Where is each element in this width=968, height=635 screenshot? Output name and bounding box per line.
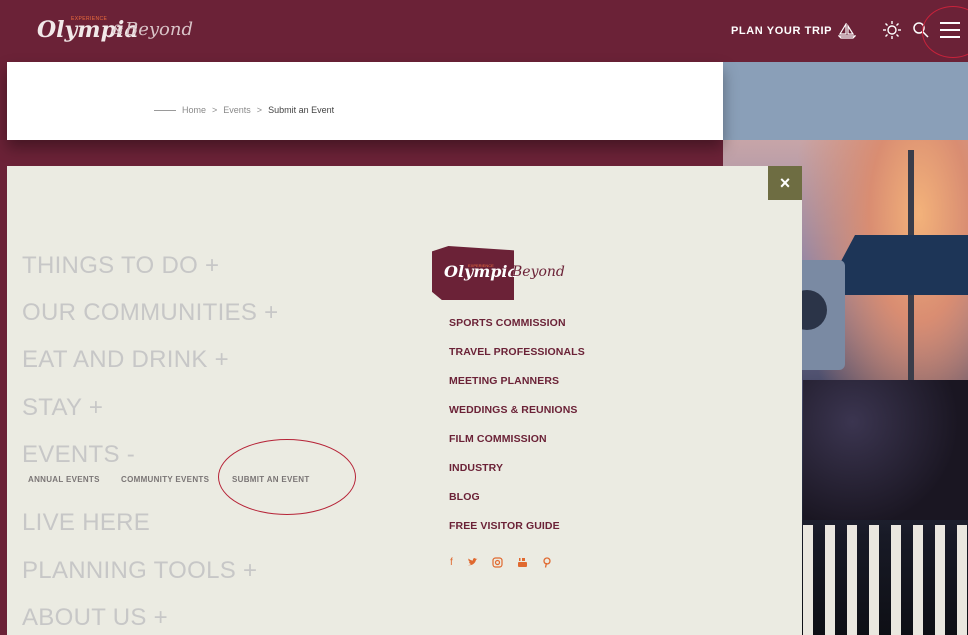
breadcrumb-events[interactable]: Events (223, 105, 251, 115)
link-sports-commission[interactable]: SPORTS COMMISSION (449, 317, 566, 329)
hero-photo-sky (723, 62, 968, 140)
breadcrumb-separator: > (212, 105, 218, 115)
plan-your-trip-link[interactable]: PLAN YOUR TRIP (731, 23, 857, 39)
logo-beyond-text: Beyond (125, 19, 194, 40)
menu-logo-beyond: Beyond (512, 264, 565, 280)
breadcrumb-home[interactable]: Home (182, 105, 206, 115)
nav-our-communities[interactable]: OUR COMMUNITIES + (22, 299, 278, 327)
link-industry[interactable]: INDUSTRY (449, 462, 503, 474)
submit-event-highlight-circle (218, 439, 356, 515)
nav-live-here[interactable]: LIVE HERE (22, 509, 150, 537)
link-blog[interactable]: BLOG (449, 491, 480, 503)
sailboat-icon (838, 23, 857, 39)
nav-eat-and-drink[interactable]: EAT AND DRINK + (22, 346, 229, 374)
link-film-commission[interactable]: FILM COMMISSION (449, 433, 547, 445)
social-links: f (450, 557, 552, 568)
twitter-icon[interactable] (467, 557, 478, 567)
menu-logo[interactable]: Olympia EXPERIENCE Beyond (430, 244, 590, 302)
link-meeting-planners[interactable]: MEETING PLANNERS (449, 375, 559, 387)
breadcrumb: Home > Events > Submit an Event (154, 105, 334, 115)
breadcrumb-separator: > (256, 105, 263, 115)
youtube-icon[interactable] (517, 557, 528, 568)
logo-amp-text: & (112, 23, 124, 38)
facebook-icon[interactable]: f (450, 557, 453, 568)
menu-logo-experience: EXPERIENCE (468, 263, 494, 268)
breadcrumb-line (154, 109, 176, 111)
submenu-annual-events[interactable]: ANNUAL EVENTS (28, 475, 100, 484)
link-travel-professionals[interactable]: TRAVEL PROFESSIONALS (449, 346, 585, 358)
close-menu-button[interactable]: × (768, 166, 802, 200)
nav-events[interactable]: EVENTS - (22, 441, 135, 469)
nav-about-us[interactable]: ABOUT US + (22, 604, 168, 632)
pinterest-icon[interactable] (542, 557, 552, 568)
link-weddings-reunions[interactable]: WEDDINGS & REUNIONS (449, 404, 578, 416)
logo-experience-text: EXPERIENCE (71, 16, 108, 22)
nav-stay[interactable]: STAY + (22, 394, 103, 422)
link-free-visitor-guide[interactable]: FREE VISITOR GUIDE (449, 520, 560, 532)
breadcrumb-bar: Home > Events > Submit an Event (7, 62, 723, 140)
close-icon: × (779, 172, 791, 193)
instagram-icon[interactable] (492, 557, 503, 568)
site-logo[interactable]: Olympia EXPERIENCE & Beyond (37, 10, 197, 50)
nav-planning-tools[interactable]: PLANNING TOOLS + (22, 557, 257, 585)
breadcrumb-current: Submit an Event (268, 105, 335, 115)
nav-things-to-do[interactable]: THINGS TO DO + (22, 252, 219, 280)
submenu-community-events[interactable]: COMMUNITY EVENTS (121, 475, 209, 484)
plan-your-trip-label: PLAN YOUR TRIP (731, 25, 833, 37)
sun-icon[interactable] (882, 20, 902, 40)
